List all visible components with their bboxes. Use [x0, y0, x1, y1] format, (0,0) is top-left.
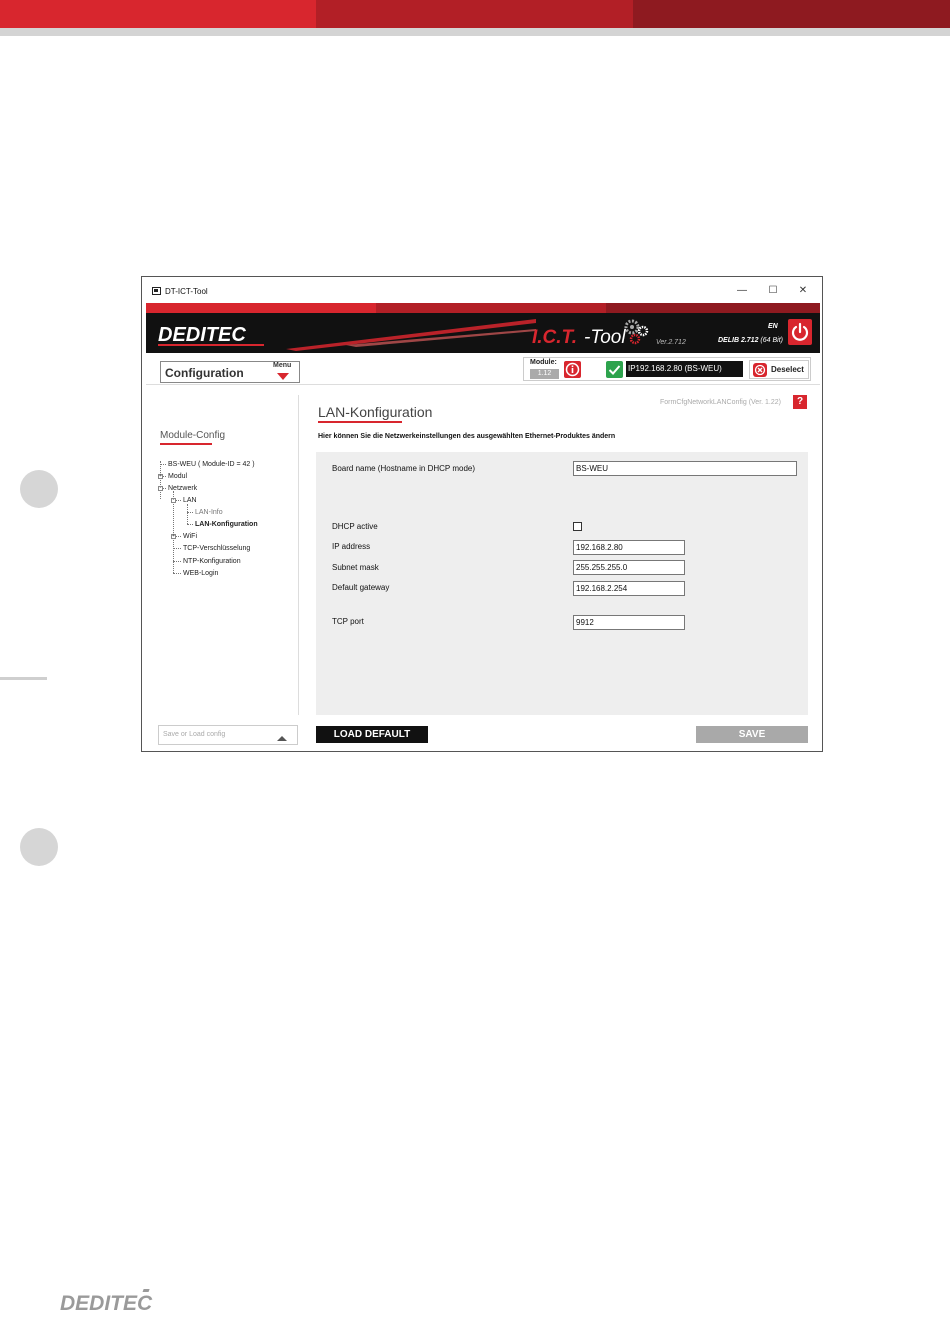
- tree-item-lan-konfiguration[interactable]: LAN-Konfiguration: [195, 521, 258, 528]
- subnet-mask-label: Subnet mask: [332, 563, 379, 572]
- banner-swoosh: [286, 319, 536, 351]
- dhcp-active-checkbox[interactable]: [573, 522, 582, 531]
- form-identifier: FormCfgNetworkLANConfig (Ver. 1.22): [660, 399, 781, 406]
- sidebar-title-underline: [160, 443, 212, 445]
- minimize-button[interactable]: —: [732, 283, 752, 299]
- check-icon: [608, 365, 621, 375]
- sidebar-title: Module-Config: [160, 430, 226, 441]
- delib-version: DELIB 2.712 (64 Bit): [718, 337, 783, 344]
- load-default-button[interactable]: LOAD DEFAULT: [316, 726, 428, 743]
- app-name-tool: -Tool: [584, 327, 626, 348]
- deselect-label: Deselect: [771, 365, 804, 374]
- module-version: 1.12: [530, 369, 559, 379]
- margin-line: [0, 677, 47, 680]
- window-title: DT-ICT-Tool: [165, 287, 208, 296]
- module-label: Module:: [530, 359, 557, 366]
- menu-label: Menu: [273, 362, 292, 369]
- tree-item-modul[interactable]: Modul: [168, 473, 187, 480]
- close-button[interactable]: ✕: [793, 283, 813, 299]
- info-icon: [565, 362, 580, 377]
- app-icon: [152, 287, 161, 295]
- ip-address-label: IP address: [332, 542, 371, 551]
- configuration-menu[interactable]: Configuration Menu: [160, 361, 300, 383]
- expand-icon[interactable]: +: [158, 474, 163, 479]
- tcp-port-label: TCP port: [332, 617, 364, 626]
- toolbar: Configuration Menu Module: 1.12 IP192.16…: [146, 353, 820, 385]
- svg-text:DEDITEC: DEDITEC: [158, 324, 246, 346]
- power-button[interactable]: [788, 319, 812, 345]
- gears-icon: [624, 319, 649, 345]
- board-name-input[interactable]: [573, 461, 797, 476]
- caret-up-icon: [277, 736, 287, 741]
- lan-config-form: Board name (Hostname in DHCP mode) DHCP …: [316, 452, 808, 715]
- close-x-icon: [753, 363, 767, 377]
- header-red-strip: [146, 303, 820, 313]
- maximize-button[interactable]: ☐: [763, 283, 783, 299]
- deselect-button[interactable]: Deselect: [749, 360, 809, 379]
- tcp-port-input[interactable]: [573, 615, 685, 630]
- document-page: DT-ICT-Tool — ☐ ✕ DEDITEC I.C.T. -Tool V…: [0, 0, 950, 1344]
- page-title: LAN-Konfiguration: [318, 404, 433, 420]
- tree-item-ntp-konfiguration[interactable]: NTP-Konfiguration: [183, 558, 241, 565]
- expand-icon[interactable]: +: [171, 534, 176, 539]
- configuration-label: Configuration: [165, 366, 244, 380]
- tree-item-lan[interactable]: LAN: [183, 497, 197, 504]
- default-gateway-label: Default gateway: [332, 583, 390, 592]
- app-window: DT-ICT-Tool — ☐ ✕ DEDITEC I.C.T. -Tool V…: [141, 276, 823, 752]
- app-banner: DEDITEC I.C.T. -Tool Ver.2.712 EN DELIB …: [146, 313, 820, 353]
- default-gateway-input[interactable]: [573, 581, 685, 596]
- tree-item-lan-info[interactable]: LAN-Info: [195, 509, 223, 516]
- app-name-ict: I.C.T.: [532, 327, 578, 348]
- info-button[interactable]: [564, 361, 581, 378]
- delib-label: DELIB 2.712: [718, 337, 759, 344]
- page-description: Hier können Sie die Netzwerkeinstellunge…: [318, 433, 616, 440]
- margin-marker: [20, 828, 58, 866]
- save-load-placeholder: Save or Load config: [163, 731, 226, 738]
- dhcp-active-label: DHCP active: [332, 522, 378, 531]
- sidebar: Module-Config + - BS-WEU ( Module-ID = 4…: [146, 387, 296, 717]
- tree-item-tcp-verschluesselung[interactable]: TCP-Verschlüsselung: [183, 545, 250, 552]
- tree-item-wifi[interactable]: WiFi: [183, 533, 197, 540]
- collapse-icon[interactable]: -: [171, 498, 176, 503]
- connection-ok-button[interactable]: [606, 361, 623, 378]
- document-header-rule: [0, 28, 950, 36]
- language-selector[interactable]: EN: [768, 323, 778, 330]
- tree-item-module[interactable]: BS-WEU ( Module-ID = 42 ): [168, 461, 255, 468]
- sidebar-divider: [298, 395, 299, 715]
- menu-arrow-icon: [277, 373, 289, 380]
- collapse-icon[interactable]: -: [158, 486, 163, 491]
- subnet-mask-input[interactable]: [573, 560, 685, 575]
- board-name-label: Board name (Hostname in DHCP mode): [332, 464, 476, 473]
- help-button[interactable]: ?: [793, 395, 807, 409]
- footer-deditec-logo: DEDITEC: [60, 1289, 153, 1315]
- title-bar: DT-ICT-Tool — ☐ ✕: [142, 277, 822, 302]
- module-panel: Module: 1.12 IP192.168.2.80 (BS-WEU) Des…: [523, 357, 811, 381]
- delib-bits: (64 Bit): [760, 337, 783, 344]
- save-load-config-dropdown[interactable]: Save or Load config: [158, 725, 298, 745]
- tree-item-web-login[interactable]: WEB-Login: [183, 570, 218, 577]
- ip-address-input[interactable]: [573, 540, 685, 555]
- page-title-underline: [318, 421, 402, 423]
- module-ip-display: IP192.168.2.80 (BS-WEU): [626, 361, 743, 377]
- save-button[interactable]: SAVE: [696, 726, 808, 743]
- margin-marker: [20, 470, 58, 508]
- app-version: Ver.2.712: [656, 339, 686, 346]
- svg-text:DEDITEC: DEDITEC: [60, 1292, 153, 1315]
- document-header-band: [0, 0, 950, 28]
- power-icon: [791, 322, 809, 341]
- deditec-logo: DEDITEC: [158, 324, 264, 346]
